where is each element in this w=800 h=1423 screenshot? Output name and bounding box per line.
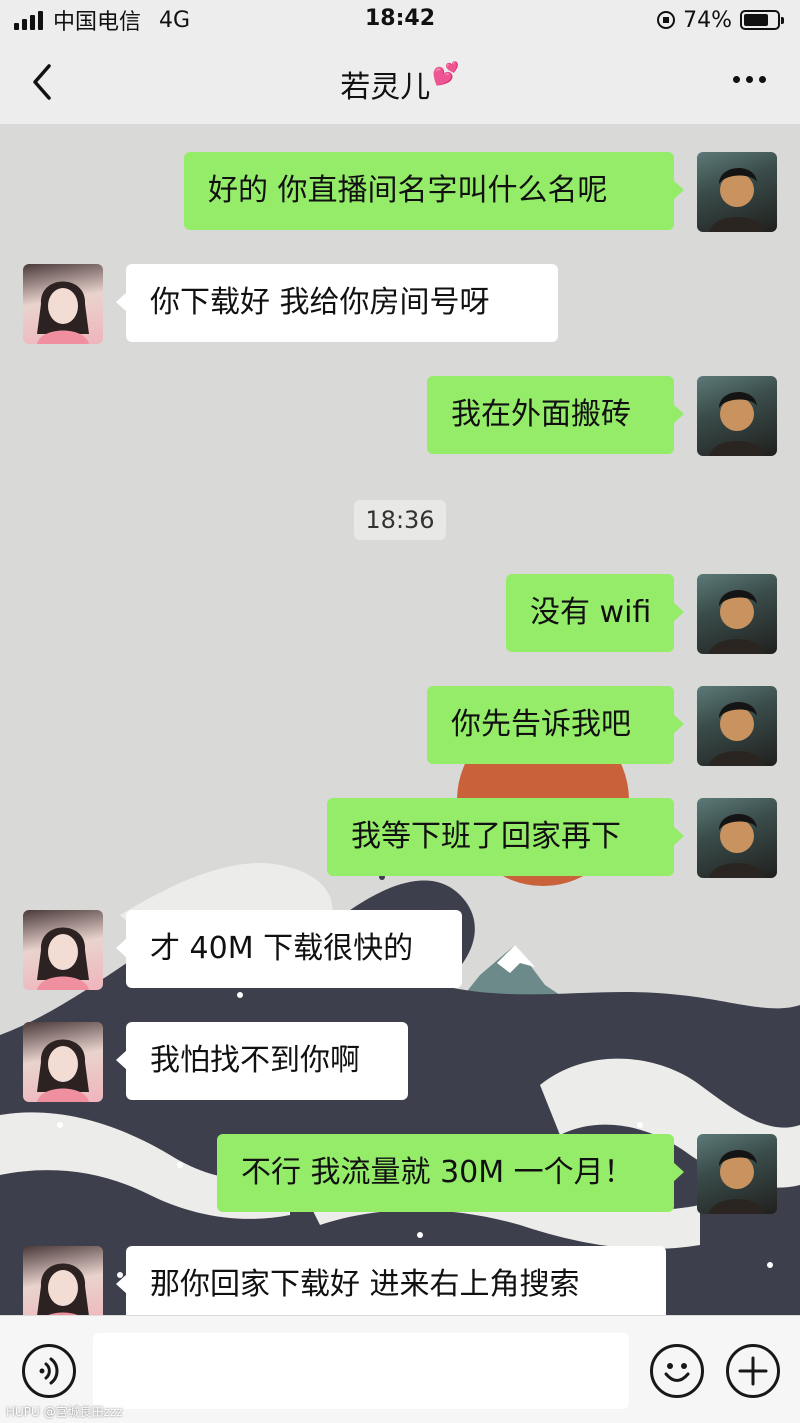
my-avatar[interactable] (697, 1134, 777, 1214)
emoji-button[interactable] (650, 1344, 704, 1398)
profile-picture (709, 1149, 765, 1214)
my-avatar[interactable] (697, 574, 777, 654)
rotation-lock-icon (657, 11, 676, 29)
profile-picture (37, 1263, 89, 1315)
sent-message-bubble[interactable]: 没有 wifi (506, 574, 684, 652)
profile-picture (709, 391, 765, 456)
profile-picture (37, 281, 89, 344)
chat-title: 若灵儿💕 (0, 62, 800, 106)
sent-message-bubble[interactable]: 不行 我流量就 30M 一个月！ (217, 1134, 684, 1212)
contact-avatar[interactable] (23, 1022, 103, 1102)
received-message-bubble[interactable]: 我怕找不到你啊 (116, 1022, 408, 1100)
sent-message-bubble[interactable]: 我在外面搬砖 (427, 376, 684, 454)
message-text-input[interactable] (93, 1333, 629, 1409)
profile-picture (709, 813, 765, 878)
watermark: HUPU @宫城良田zzz (6, 1405, 123, 1419)
heart-emoji: 💕 (432, 62, 460, 87)
status-bar: 中国电信 4G 18:42 74% (0, 0, 800, 40)
status-right: 74% (657, 6, 784, 34)
received-message-bubble[interactable]: 你下载好 我给你房间号呀 (116, 264, 558, 342)
contact-name: 若灵儿 (340, 70, 431, 105)
profile-picture (709, 701, 765, 766)
received-message-bubble[interactable]: 才 40M 下载很快的 (116, 910, 462, 988)
my-avatar[interactable] (697, 798, 777, 878)
my-avatar[interactable] (697, 376, 777, 456)
voice-button[interactable] (22, 1344, 76, 1398)
plus-icon (738, 1356, 768, 1386)
emoji-icon (664, 1363, 690, 1382)
profile-picture (709, 167, 765, 232)
time-divider: 18:36 (354, 500, 446, 540)
more-dot (733, 76, 740, 83)
sent-message-bubble[interactable]: 好的 你直播间名字叫什么名呢 (184, 152, 684, 230)
profile-picture (37, 1039, 89, 1102)
chat-header: 若灵儿💕 (0, 40, 800, 125)
my-avatar[interactable] (697, 152, 777, 232)
received-message-bubble[interactable]: 那你回家下载好 进来右上角搜索 (116, 1246, 666, 1315)
add-button[interactable] (726, 1344, 780, 1398)
contact-avatar[interactable] (23, 264, 103, 344)
profile-picture (709, 589, 765, 654)
more-dot (746, 76, 753, 83)
sent-message-bubble[interactable]: 你先告诉我吧 (427, 686, 684, 764)
my-avatar[interactable] (697, 686, 777, 766)
contact-avatar[interactable] (23, 910, 103, 990)
contact-avatar[interactable] (23, 1246, 103, 1315)
voice-icon (39, 1357, 59, 1385)
more-options-button[interactable] (733, 76, 766, 83)
more-dot (759, 76, 766, 83)
profile-picture (37, 927, 89, 990)
chat-area[interactable]: 好的 你直播间名字叫什么名呢 你下载好 我给你房间号呀 我在外面搬砖 18:36… (0, 125, 800, 1315)
battery-percent: 74% (683, 7, 732, 33)
sent-message-bubble[interactable]: 我等下班了回家再下 (327, 798, 684, 876)
battery-icon (740, 10, 784, 30)
